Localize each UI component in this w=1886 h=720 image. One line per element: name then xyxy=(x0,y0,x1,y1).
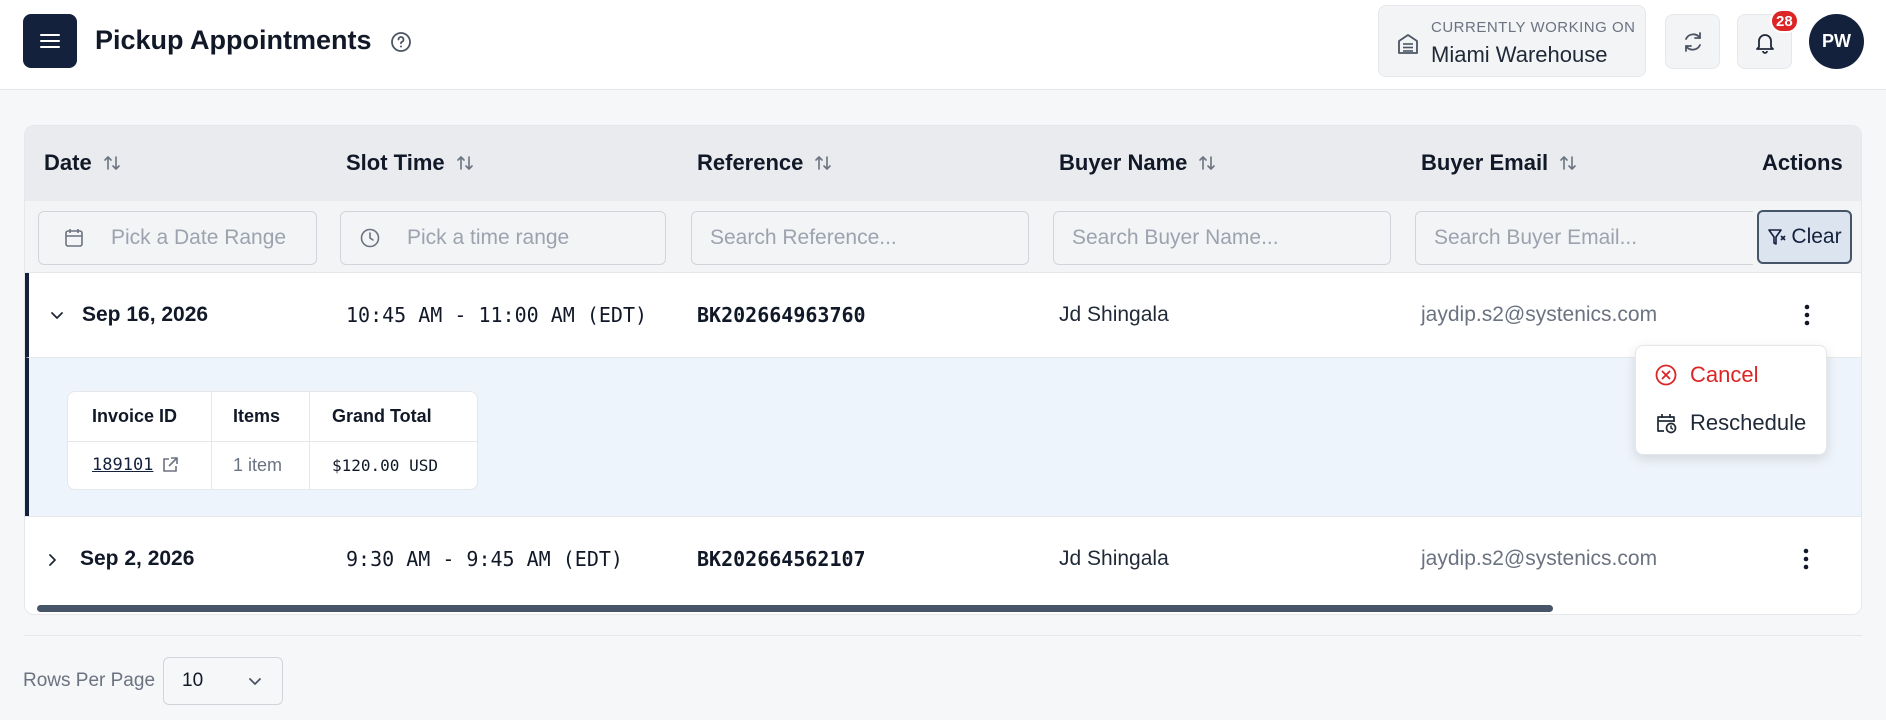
clock-icon xyxy=(360,228,380,248)
buyer-name-search-input[interactable]: Search Buyer Name... xyxy=(1053,211,1391,265)
rows-per-page-label: Rows Per Page xyxy=(23,670,156,691)
reference-search-placeholder: Search Reference... xyxy=(710,226,897,249)
row-reference: BK202664562107 xyxy=(697,547,866,571)
column-header-date[interactable]: Date xyxy=(44,150,122,176)
buyer-name-search-placeholder: Search Buyer Name... xyxy=(1072,226,1279,249)
table-header: Date Slot Time Reference Buyer Name Buye… xyxy=(25,126,1861,201)
date-range-placeholder: Pick a Date Range xyxy=(111,226,287,249)
current-warehouse-selector[interactable]: CURRENTLY WORKING ON Miami Warehouse xyxy=(1378,5,1646,77)
warehouse-name: Miami Warehouse xyxy=(1431,42,1608,67)
bell-icon xyxy=(1755,33,1774,54)
date-range-filter[interactable]: Pick a Date Range xyxy=(38,211,317,265)
row-buyer-name: Jd Shingala xyxy=(1059,547,1169,570)
expanded-row-details: Invoice ID Items Grand Total 189101 1 it… xyxy=(25,358,1861,516)
row-buyer-email: jaydip.s2@systenics.com xyxy=(1421,303,1658,326)
filter-clear-icon xyxy=(1768,229,1786,245)
clear-filters-button[interactable]: Clear xyxy=(1757,210,1852,264)
calendar-clock-icon xyxy=(1657,414,1677,434)
menu-button[interactable] xyxy=(23,14,77,68)
items-header: Items xyxy=(233,406,281,426)
page-title: Pickup Appointments xyxy=(95,25,372,55)
reschedule-menu-item[interactable]: Reschedule xyxy=(1654,410,1806,436)
clear-label: Clear xyxy=(1791,225,1842,248)
hamburger-icon xyxy=(40,34,60,48)
sort-icon xyxy=(456,156,473,170)
building-icon xyxy=(1398,34,1418,54)
grand-total-value: $120.00 USD xyxy=(332,456,438,475)
more-vertical-icon[interactable] xyxy=(1804,303,1810,327)
notification-count-badge: 28 xyxy=(1770,9,1799,33)
column-header-label: Slot Time xyxy=(346,150,445,175)
row-reference: BK202664963760 xyxy=(697,303,866,327)
table-row[interactable]: Sep 16, 2026 10:45 AM - 11:00 AM (EDT) B… xyxy=(25,273,1861,358)
chevron-down-icon[interactable] xyxy=(48,307,66,325)
refresh-icon xyxy=(1684,31,1701,52)
row-actions-menu: Cancel Reschedule xyxy=(1635,345,1827,455)
horizontal-scrollbar[interactable] xyxy=(25,601,1861,614)
row-slot-time: 9:30 AM - 9:45 AM (EDT) xyxy=(346,547,623,571)
column-header-label: Actions xyxy=(1762,150,1843,175)
cancel-label: Cancel xyxy=(1690,362,1759,387)
column-header-slot-time[interactable]: Slot Time xyxy=(346,150,475,176)
row-buyer-email: jaydip.s2@systenics.com xyxy=(1421,547,1658,570)
chevron-down-icon xyxy=(249,678,261,685)
reference-search-input[interactable]: Search Reference... xyxy=(691,211,1029,265)
refresh-button[interactable] xyxy=(1665,14,1720,69)
x-circle-icon xyxy=(1655,364,1677,386)
working-on-label: CURRENTLY WORKING ON xyxy=(1431,19,1636,36)
sort-icon xyxy=(1199,156,1216,170)
external-link-icon[interactable] xyxy=(161,456,179,474)
column-header-label: Buyer Email xyxy=(1421,150,1549,175)
rows-per-page-value: 10 xyxy=(182,670,204,691)
filter-row: Pick a Date Range Pick a time range Sear… xyxy=(25,201,1861,273)
scrollbar-thumb[interactable] xyxy=(37,605,1553,612)
row-date: Sep 2, 2026 xyxy=(80,547,195,570)
table-row[interactable]: Sep 2, 2026 9:30 AM - 9:45 AM (EDT) BK20… xyxy=(25,516,1861,601)
time-range-filter[interactable]: Pick a time range xyxy=(340,211,666,265)
user-avatar[interactable]: PW xyxy=(1809,14,1864,69)
row-buyer-name: Jd Shingala xyxy=(1059,303,1169,326)
column-header-label: Buyer Name xyxy=(1059,150,1188,175)
calendar-icon xyxy=(65,229,83,247)
column-header-reference[interactable]: Reference xyxy=(697,150,833,176)
grand-total-header: Grand Total xyxy=(332,406,432,426)
column-header-buyer-name[interactable]: Buyer Name xyxy=(1059,150,1217,176)
invoice-id-header: Invoice ID xyxy=(92,406,178,426)
invoice-link[interactable]: 189101 xyxy=(92,455,179,475)
buyer-email-search-placeholder: Search Buyer Email... xyxy=(1434,226,1638,249)
buyer-email-search-input[interactable]: Search Buyer Email... xyxy=(1415,211,1753,265)
footer-divider xyxy=(24,635,1862,636)
help-icon[interactable] xyxy=(390,31,412,53)
time-range-placeholder: Pick a time range xyxy=(407,226,570,249)
items-value: 1 item xyxy=(233,455,283,475)
column-header-actions: Actions xyxy=(1762,150,1843,176)
sort-icon xyxy=(815,156,832,170)
reschedule-label: Reschedule xyxy=(1690,410,1807,435)
sort-icon xyxy=(1560,156,1576,170)
column-header-buyer-email[interactable]: Buyer Email xyxy=(1421,150,1578,176)
top-header: Pickup Appointments CURRENTLY WORKING ON… xyxy=(0,0,1886,90)
divider xyxy=(68,441,477,442)
rows-per-page-select[interactable]: 10 xyxy=(163,657,283,705)
cancel-menu-item[interactable]: Cancel xyxy=(1654,362,1758,388)
appointments-table: Date Slot Time Reference Buyer Name Buye… xyxy=(24,125,1862,615)
more-vertical-icon[interactable] xyxy=(1803,547,1809,571)
invoice-id-value[interactable]: 189101 xyxy=(92,455,153,475)
row-slot-time: 10:45 AM - 11:00 AM (EDT) xyxy=(346,303,648,327)
row-date: Sep 16, 2026 xyxy=(82,303,209,326)
invoice-table: Invoice ID Items Grand Total 189101 1 it… xyxy=(67,391,478,490)
column-header-label: Date xyxy=(44,150,92,175)
sort-icon xyxy=(103,156,120,170)
column-header-label: Reference xyxy=(697,150,804,175)
chevron-right-icon[interactable] xyxy=(44,551,62,569)
